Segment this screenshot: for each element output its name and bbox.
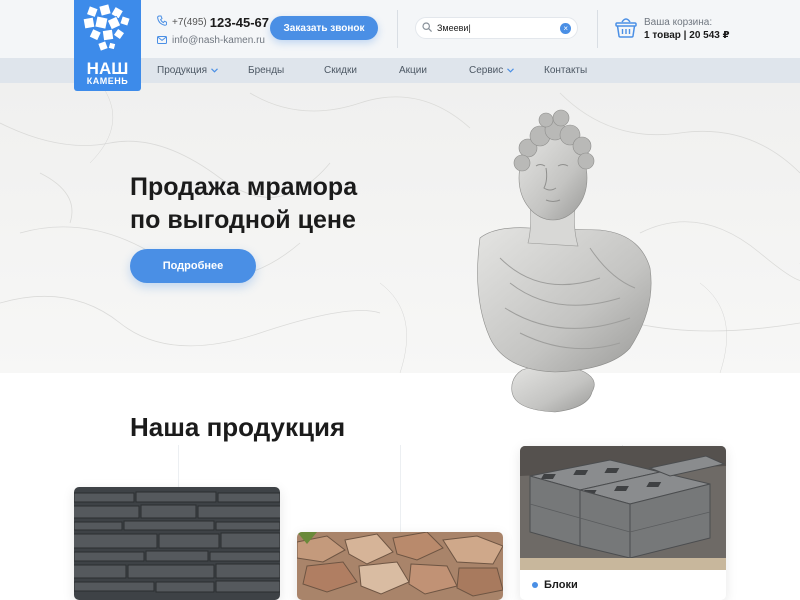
chevron-down-icon [211, 68, 218, 73]
hero-title: Продажа мрамора по выгодной цене [130, 171, 357, 237]
product-card[interactable] [297, 532, 503, 600]
nav-item-products[interactable]: Продукция [157, 58, 218, 83]
product-image [297, 532, 503, 600]
details-button[interactable]: Подробнее [130, 249, 256, 283]
phone-icon [157, 13, 168, 31]
phone-code: +7(495) [172, 16, 207, 28]
email-link[interactable]: info@nash-kamen.ru [172, 35, 265, 46]
product-card[interactable]: Блоки [520, 446, 726, 600]
nav-label: Акции [399, 65, 427, 76]
search-input[interactable] [437, 23, 561, 33]
nav-item-service[interactable]: Сервис [469, 58, 515, 83]
product-name: Блоки [544, 579, 578, 591]
hero-banner: Продажа мрамора по выгодной цене Подробн… [0, 83, 800, 373]
bullet-icon [532, 582, 538, 588]
divider [597, 10, 598, 48]
divider [397, 10, 398, 48]
logo-subtitle: КАМЕНЬ [86, 76, 129, 86]
logo-title: НАШ [86, 59, 129, 78]
chevron-down-icon [507, 68, 515, 73]
nav-label: Контакты [544, 65, 588, 76]
cart-summary: 1 товар | 20 543 ₽ [644, 30, 730, 41]
logo[interactable]: НАШ КАМЕНЬ [74, 0, 141, 91]
product-image [520, 446, 726, 570]
phone-number[interactable]: 123-45-67 [210, 15, 269, 30]
nav-item-discounts[interactable]: Скидки [324, 58, 357, 83]
cart-icon [614, 15, 638, 44]
nav-item-promotions[interactable]: Акции [399, 58, 427, 83]
nav-label: Бренды [248, 65, 285, 76]
product-image [74, 487, 280, 600]
nav-label: Скидки [324, 65, 357, 76]
logo-cubes-icon [82, 3, 131, 52]
callback-button[interactable]: Заказать звонок [270, 16, 378, 40]
nav-label: Сервис [469, 65, 504, 76]
marble-texture [0, 83, 800, 373]
cart[interactable]: Ваша корзина: 1 товар | 20 543 ₽ [614, 15, 730, 44]
mail-icon [157, 31, 167, 49]
search-icon [422, 19, 432, 37]
contacts: +7(495) 123-45-67 info@nash-kamen.ru [157, 14, 269, 47]
clear-icon[interactable]: × [560, 22, 571, 34]
nav-item-contacts[interactable]: Контакты [544, 58, 587, 83]
product-card-label: Блоки [520, 570, 726, 600]
hero-title-line: Продажа мрамора [130, 173, 358, 201]
hero-title-line: по выгодной цене [130, 206, 356, 234]
nav-label: Продукция [157, 65, 208, 76]
nav-item-brands[interactable]: Бренды [248, 58, 284, 83]
search-box[interactable]: × [415, 17, 578, 39]
products-title: Наша продукция [130, 412, 346, 442]
cart-label: Ваша корзина: [644, 17, 713, 28]
bust-sculpture-image [477, 109, 652, 413]
product-card[interactable] [74, 487, 280, 600]
